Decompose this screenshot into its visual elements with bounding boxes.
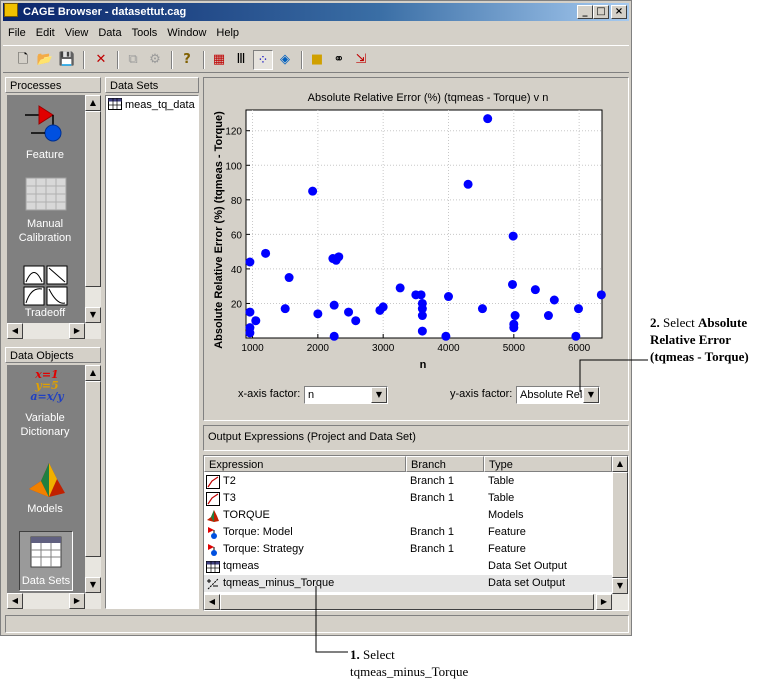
annotation-2-target-1: Absolute (698, 315, 748, 330)
annotation-step-2: 2. Select Absolute Relative Error (tqmea… (650, 314, 766, 365)
annotation-1-number: 1. (350, 647, 360, 662)
annotation-2-lead: Select (663, 315, 695, 330)
annotation-1-target: tqmeas_minus_Torque (350, 664, 469, 679)
annotation-2-number: 2. (650, 315, 660, 330)
annotation-step-1: 1. Select tqmeas_minus_Torque (350, 646, 550, 680)
annotation-2-target-3: (tqmeas - Torque) (650, 349, 749, 364)
annotation-2-target-2: Relative Error (650, 332, 731, 347)
annotation-1-lead: Select (363, 647, 395, 662)
